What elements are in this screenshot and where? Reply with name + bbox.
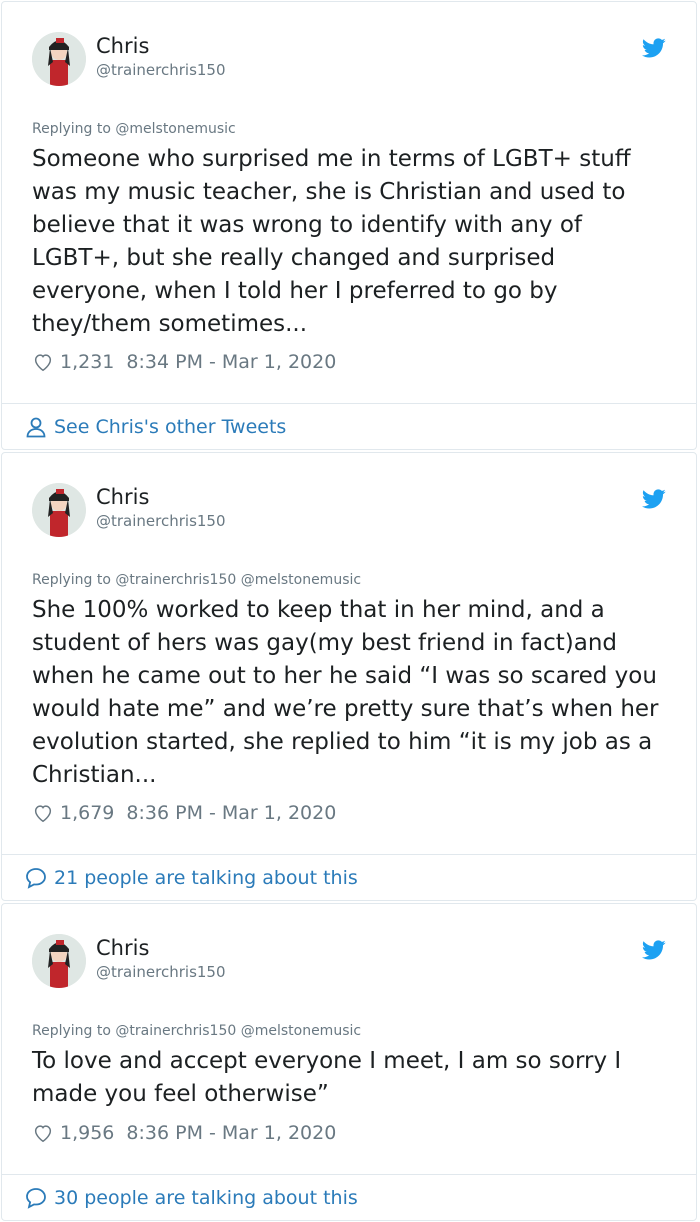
avatar[interactable]: [32, 32, 86, 86]
tweet-header: Chris @trainerchris150: [32, 934, 696, 990]
twitter-bird-icon[interactable]: [642, 487, 666, 511]
like-count[interactable]: 1,231: [60, 351, 114, 373]
footer-label: 30 people are talking about this: [54, 1186, 358, 1209]
conversation-link[interactable]: 30 people are talking about this: [2, 1174, 696, 1220]
avatar[interactable]: [32, 483, 86, 537]
replying-to[interactable]: Replying to @melstonemusic: [32, 121, 236, 137]
author-name[interactable]: Chris: [96, 34, 149, 58]
tweet-header: Chris @trainerchris150: [32, 32, 696, 88]
heart-icon[interactable]: [32, 1122, 54, 1144]
tweet-text: Someone who surprised me in terms of LGB…: [32, 146, 631, 337]
twitter-bird-icon[interactable]: [642, 36, 666, 60]
tweet-card: Chris @trainerchris150 Replying to @trai…: [1, 903, 697, 1221]
tweet-card: Chris @trainerchris150 Replying to @trai…: [1, 452, 697, 901]
author-name[interactable]: Chris: [96, 485, 149, 509]
tweet-text: To love and accept everyone I meet, I am…: [32, 1048, 622, 1107]
twitter-bird-icon[interactable]: [642, 938, 666, 962]
author-name[interactable]: Chris: [96, 936, 149, 960]
footer-label: 21 people are talking about this: [54, 866, 358, 889]
author-handle[interactable]: @trainerchris150: [96, 963, 226, 981]
heart-icon[interactable]: [32, 802, 54, 824]
timestamp[interactable]: 8:34 PM - Mar 1, 2020: [126, 351, 336, 373]
timestamp[interactable]: 8:36 PM - Mar 1, 2020: [126, 802, 336, 824]
avatar[interactable]: [32, 934, 86, 988]
tweet-meta: 1,231 8:34 PM - Mar 1, 2020: [32, 351, 336, 373]
conversation-link[interactable]: 21 people are talking about this: [2, 854, 696, 900]
tweet-card: Chris @trainerchris150 Replying to @mels…: [1, 1, 697, 450]
tweet-meta: 1,679 8:36 PM - Mar 1, 2020: [32, 802, 336, 824]
like-count[interactable]: 1,679: [60, 802, 114, 824]
timestamp[interactable]: 8:36 PM - Mar 1, 2020: [126, 1122, 336, 1144]
speech-bubble-icon: [26, 867, 46, 889]
replying-to[interactable]: Replying to @trainerchris150 @melstonemu…: [32, 1023, 361, 1039]
tweet-text: She 100% worked to keep that in her mind…: [32, 597, 659, 788]
tweet-header: Chris @trainerchris150: [32, 483, 696, 539]
speech-bubble-icon: [26, 1187, 46, 1209]
tweet-meta: 1,956 8:36 PM - Mar 1, 2020: [32, 1122, 336, 1144]
author-handle[interactable]: @trainerchris150: [96, 512, 226, 530]
footer-label: See Chris's other Tweets: [54, 415, 287, 438]
author-handle[interactable]: @trainerchris150: [96, 61, 226, 79]
see-other-tweets-link[interactable]: See Chris's other Tweets: [2, 403, 696, 449]
person-icon: [26, 417, 46, 437]
like-count[interactable]: 1,956: [60, 1122, 114, 1144]
replying-to[interactable]: Replying to @trainerchris150 @melstonemu…: [32, 572, 361, 588]
heart-icon[interactable]: [32, 351, 54, 373]
